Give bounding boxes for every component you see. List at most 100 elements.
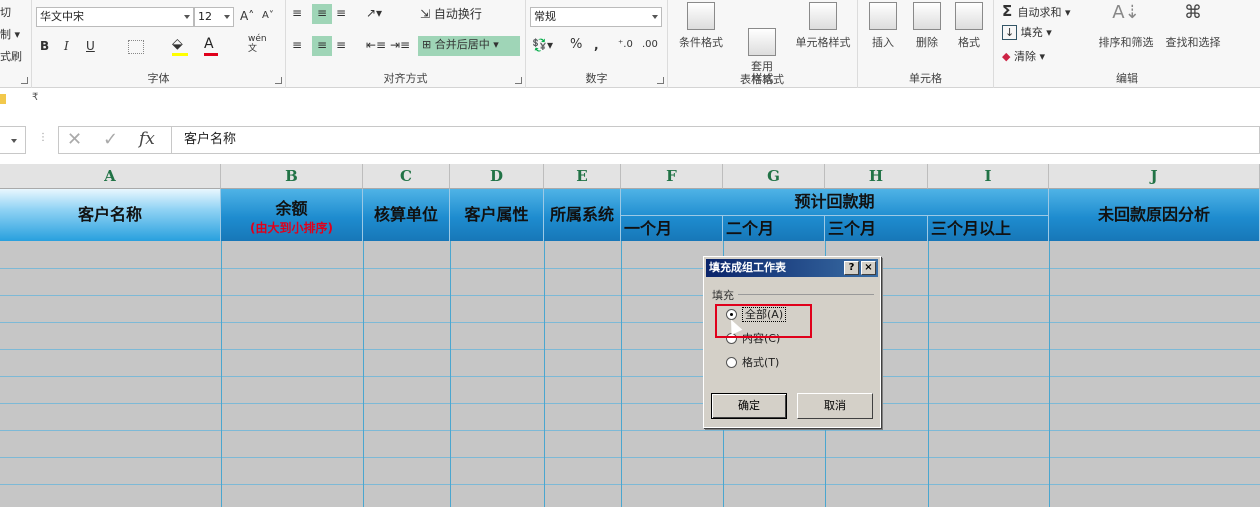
align-right-icon[interactable]: ≡: [336, 36, 346, 56]
alignment-group-label: 对齐方式: [383, 72, 428, 85]
italic-button[interactable]: I: [64, 37, 69, 57]
header-cell-accounting-unit[interactable]: 核算单位: [363, 189, 450, 241]
shrink-font-button[interactable]: A˅: [262, 7, 274, 27]
header-cell-three-months[interactable]: 三个月: [825, 215, 928, 241]
cut-button[interactable]: 切: [0, 4, 11, 20]
fill-button[interactable]: ↓ 填充 ▾: [1002, 24, 1052, 40]
clear-button[interactable]: ◆ 清除 ▾: [1002, 48, 1045, 64]
chevron-down-icon[interactable]: [224, 15, 230, 19]
column-header-b[interactable]: B: [221, 164, 363, 189]
header-balance-sub-label: (由大到小排序): [250, 221, 333, 235]
cell-styles-button[interactable]: 单元格样式: [790, 2, 856, 50]
column-header-j[interactable]: J: [1049, 164, 1260, 189]
align-bottom-icon[interactable]: ≡: [336, 4, 346, 24]
group-divider: [738, 294, 874, 295]
dialog-title-bar[interactable]: 填充成组工作表 ? ×: [706, 259, 878, 277]
column-header-c[interactable]: C: [363, 164, 450, 189]
cell-styles-label: 单元格样式: [795, 36, 851, 49]
conditional-format-button[interactable]: 条件格式: [672, 2, 730, 50]
close-button[interactable]: ×: [861, 261, 876, 275]
header-cell-customer-name[interactable]: 客户名称: [0, 189, 221, 241]
column-line: [221, 241, 222, 507]
chevron-down-icon[interactable]: [11, 139, 17, 143]
header-balance-label: 余额: [275, 199, 308, 218]
header-cell-two-months[interactable]: 二个月: [723, 215, 825, 241]
orientation-icon[interactable]: ↗▾: [366, 4, 382, 24]
format-button[interactable]: 格式: [948, 2, 990, 50]
copy-button[interactable]: 制 ▾: [0, 26, 20, 42]
column-header-a[interactable]: A: [0, 164, 221, 189]
header-cell-reason[interactable]: 未回款原因分析: [1049, 189, 1260, 241]
row-line: [0, 403, 1260, 404]
column-line: [544, 241, 545, 507]
font-launcher-icon[interactable]: [275, 77, 282, 84]
number-launcher-icon[interactable]: [657, 77, 664, 84]
header-cell-system[interactable]: 所属系统: [544, 189, 621, 241]
font-size-combo[interactable]: 12: [194, 7, 234, 27]
clipboard-launcher-icon[interactable]: [21, 77, 28, 84]
insert-function-icon[interactable]: fx: [139, 129, 155, 149]
border-icon[interactable]: [128, 40, 144, 54]
sort-filter-button[interactable]: A⇣ 排序和筛选: [1094, 2, 1158, 50]
wrap-text-icon: ⇲: [420, 7, 434, 21]
formula-input[interactable]: 客户名称: [172, 126, 1260, 154]
align-top-icon[interactable]: ≡: [292, 4, 302, 24]
insert-button[interactable]: 插入: [862, 2, 904, 50]
number-format-combo[interactable]: 常规: [530, 7, 662, 27]
find-select-button[interactable]: ⌘ 查找和选择: [1160, 2, 1226, 50]
align-middle-icon[interactable]: ≡: [312, 4, 332, 24]
bold-button[interactable]: B: [40, 37, 49, 57]
fill-color-bar: [172, 53, 188, 56]
fill-color-icon[interactable]: ⬙: [172, 35, 183, 55]
wrap-text-button[interactable]: ⇲ 自动换行: [420, 5, 482, 25]
column-header-f[interactable]: F: [621, 164, 723, 189]
comma-button[interactable]: ,: [594, 36, 599, 56]
alignment-launcher-icon[interactable]: [515, 77, 522, 84]
chevron-down-icon[interactable]: [652, 15, 658, 19]
radio-format[interactable]: 格式(T): [726, 355, 779, 371]
enter-icon[interactable]: ✓: [103, 129, 118, 150]
column-header-g[interactable]: G: [723, 164, 825, 189]
cells-group-label: 单元格: [909, 72, 942, 85]
cancel-button[interactable]: 取消: [797, 393, 873, 419]
column-header-e[interactable]: E: [544, 164, 621, 189]
increase-decimal-button[interactable]: ⁺.0: [618, 36, 633, 56]
currency-icon[interactable]: 💱▾: [532, 36, 553, 56]
binoculars-icon: ⌘: [1184, 2, 1202, 23]
name-box[interactable]: [0, 126, 26, 154]
header-cell-balance[interactable]: 余额 (由大到小排序): [221, 189, 363, 241]
phonetic-button[interactable]: wén 文: [248, 34, 267, 54]
help-button[interactable]: ?: [844, 261, 859, 275]
font-group-label: 字体: [147, 72, 170, 85]
merge-center-button[interactable]: ⊞ 合并后居中 ▾: [418, 36, 520, 56]
header-cell-customer-attribute[interactable]: 客户属性: [450, 189, 544, 241]
delete-icon: [913, 2, 941, 30]
column-header-d[interactable]: D: [450, 164, 544, 189]
decrease-indent-icon[interactable]: ⇤≡: [366, 36, 386, 56]
grow-font-button[interactable]: A˄: [240, 7, 254, 27]
worksheet-grid[interactable]: A B C D E F G H I J 客户名称 余额 (由大到小排序) 核算单…: [0, 164, 1260, 507]
underline-button[interactable]: U: [86, 37, 95, 57]
increase-indent-icon[interactable]: ⇥≡: [390, 36, 410, 56]
delete-button[interactable]: 删除: [906, 2, 948, 50]
column-header-h[interactable]: H: [825, 164, 928, 189]
qat-customize-icon[interactable]: ₹: [32, 92, 38, 103]
chevron-down-icon[interactable]: [184, 15, 190, 19]
ok-button[interactable]: 确定: [711, 393, 787, 419]
header-cell-one-month[interactable]: 一个月: [621, 215, 723, 241]
align-left-icon[interactable]: ≡: [292, 36, 302, 56]
decrease-decimal-button[interactable]: .00: [642, 36, 658, 56]
column-header-i[interactable]: I: [928, 164, 1049, 189]
qat-folder-icon[interactable]: [0, 94, 6, 104]
font-name-combo[interactable]: 华文中宋: [36, 7, 194, 27]
autosum-button[interactable]: Σ 自动求和 ▾: [1002, 2, 1071, 20]
fill-across-worksheets-dialog: 填充成组工作表 ? × 填充 全部(A) 内容(C) 格式(T) 确定 取消: [703, 256, 881, 428]
format-painter-button[interactable]: 式刷: [0, 48, 22, 64]
font-color-icon[interactable]: A: [204, 35, 214, 55]
cells-group: 插入 删除 格式 单元格: [858, 0, 994, 88]
align-center-icon[interactable]: ≡: [312, 36, 332, 56]
header-cell-over-three-months[interactable]: 三个月以上: [928, 215, 1049, 241]
header-system-label: 所属系统: [549, 205, 614, 224]
cancel-icon[interactable]: ✕: [67, 129, 82, 150]
percent-button[interactable]: %: [570, 36, 582, 56]
